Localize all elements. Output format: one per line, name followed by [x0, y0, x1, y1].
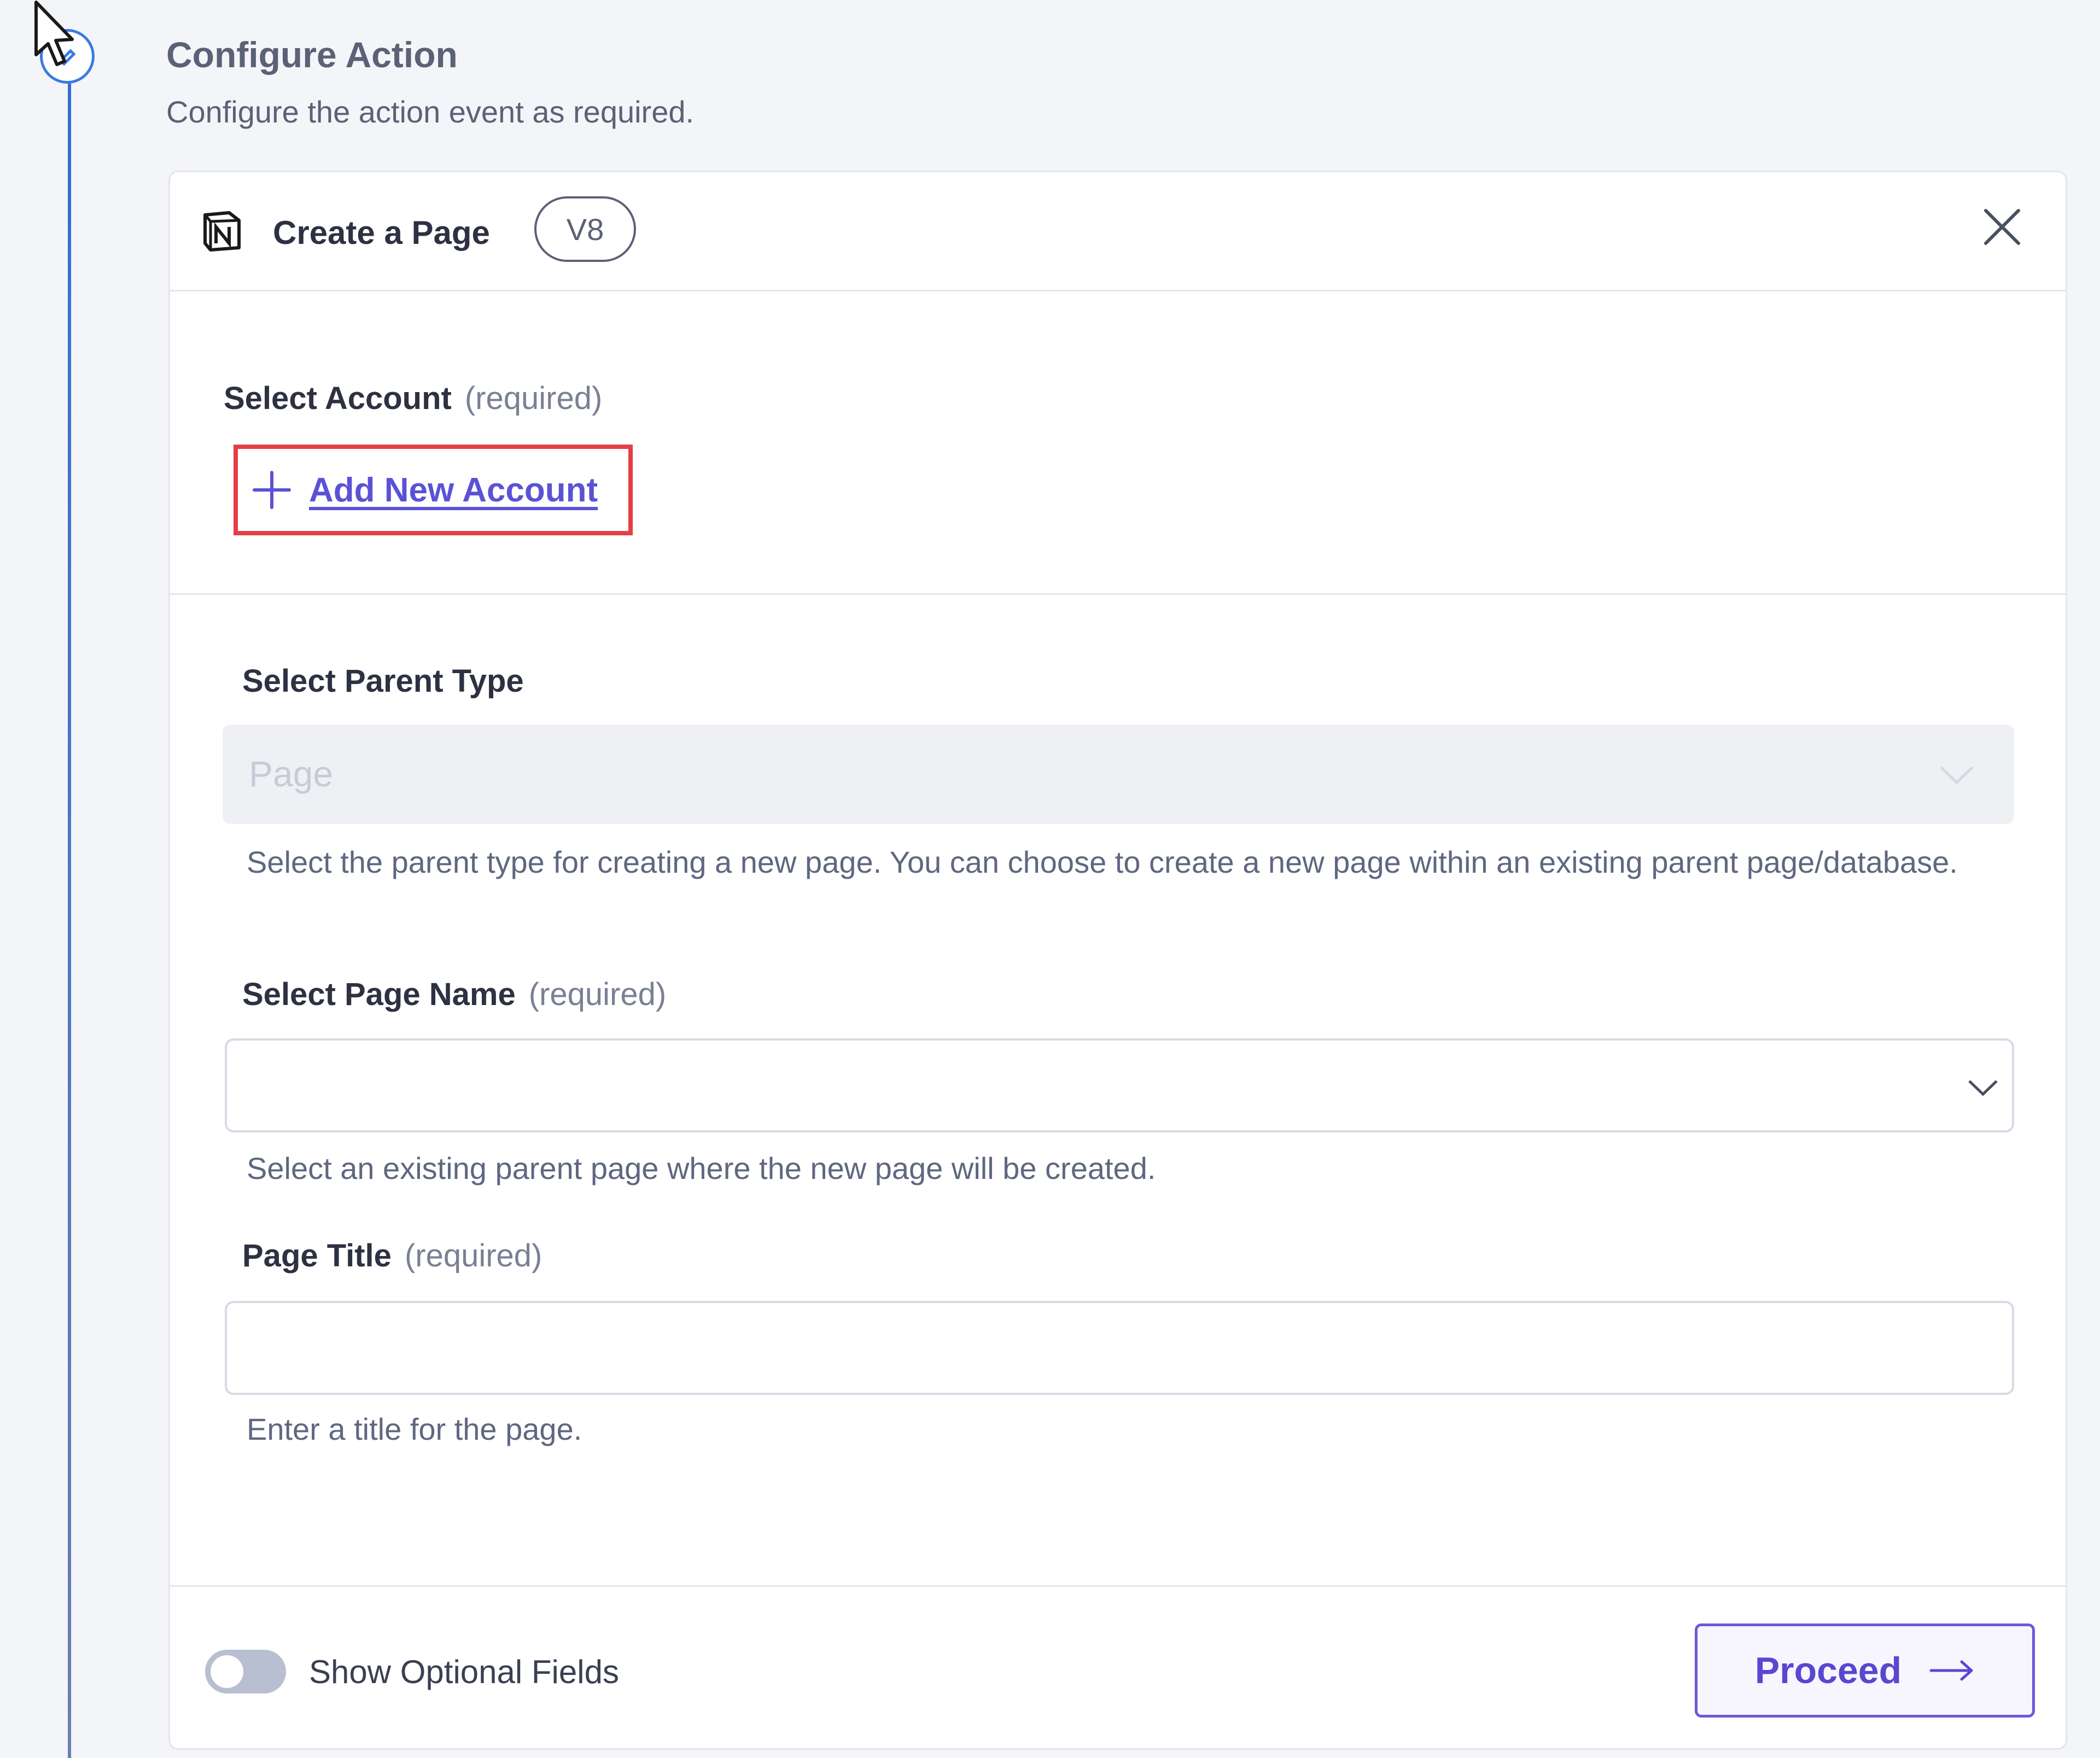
add-new-account-button[interactable]: Add New Account: [234, 445, 633, 535]
timeline-line: [68, 60, 71, 1758]
plus-icon: [253, 471, 291, 509]
page-title-help: Enter a title for the page.: [247, 1412, 582, 1446]
card-header: Create a Page V8: [170, 172, 2066, 291]
section-divider: [170, 593, 2066, 595]
select-account-label-text: Select Account: [224, 381, 452, 416]
add-new-account-link[interactable]: Add New Account: [309, 471, 598, 510]
parent-type-select: Page: [223, 725, 2014, 824]
chevron-down-icon: [1968, 1080, 1998, 1096]
page-name-help: Select an existing parent page where the…: [247, 1151, 1156, 1185]
toggle-knob: [211, 1655, 243, 1688]
select-parent-type-label: Select Parent Type: [242, 663, 524, 699]
arrow-right-icon: [1929, 1660, 1973, 1681]
page-title-label: Page Title (required): [242, 1237, 542, 1274]
configure-action-screen: Configure Action Configure the action ev…: [0, 0, 2100, 1758]
card-title: Create a Page: [273, 214, 490, 251]
show-optional-fields-toggle[interactable]: [205, 1650, 286, 1693]
parent-type-help: Select the parent type for creating a ne…: [247, 845, 1958, 879]
proceed-button[interactable]: Proceed: [1695, 1623, 2035, 1718]
notion-logo-icon: [203, 211, 241, 252]
required-marker: (required): [464, 381, 603, 416]
version-badge: V8: [534, 196, 636, 262]
chevron-down-icon: [1940, 766, 1974, 785]
close-icon[interactable]: [1980, 205, 2024, 249]
select-page-name-label: Select Page Name (required): [242, 976, 666, 1013]
page-title-label-text: Page Title: [242, 1238, 392, 1274]
mouse-cursor-icon: [34, 1, 74, 66]
action-card: Create a Page V8 Select Account (required…: [168, 171, 2067, 1750]
required-marker: (required): [528, 977, 667, 1012]
footer-divider: [170, 1585, 2066, 1587]
parent-type-value: Page: [249, 754, 334, 794]
page-name-select[interactable]: [225, 1038, 2014, 1132]
page-title-input[interactable]: [225, 1301, 2014, 1395]
section-title: Configure Action: [166, 34, 458, 75]
select-account-label: Select Account (required): [224, 380, 602, 417]
select-page-name-label-text: Select Page Name: [242, 977, 516, 1012]
show-optional-fields-label: Show Optional Fields: [309, 1654, 619, 1690]
required-marker: (required): [404, 1238, 542, 1274]
proceed-label: Proceed: [1754, 1650, 1902, 1691]
section-subtitle: Configure the action event as required.: [166, 95, 695, 129]
